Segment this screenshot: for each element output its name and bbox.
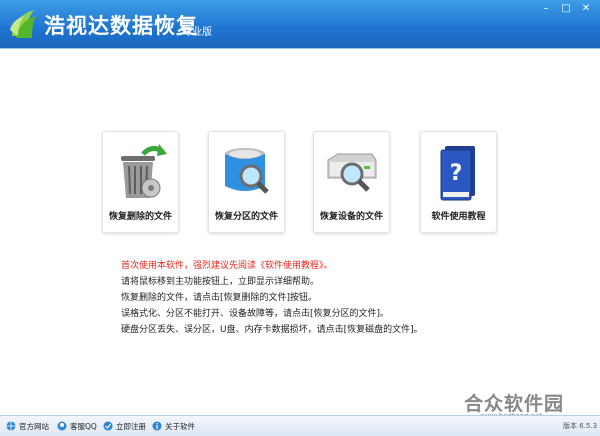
title-divider	[0, 48, 600, 49]
help-book-icon: ?	[440, 146, 475, 201]
device-search-icon	[327, 153, 377, 192]
svg-text:?: ?	[450, 161, 463, 186]
version-label: 版本 6.5.3	[563, 422, 598, 430]
tile-label: 恢复分区的文件	[214, 212, 278, 222]
recover-device-files-button[interactable]: 恢复设备的文件	[313, 131, 390, 233]
tile-label: 恢复删除的文件	[108, 212, 172, 222]
software-tutorial-button[interactable]: ? 软件使用教程	[420, 131, 497, 233]
register-now-link[interactable]: 立即注册	[103, 420, 146, 432]
official-site-link[interactable]: 官方网站	[6, 420, 49, 432]
tile-label: 软件使用教程	[431, 212, 486, 222]
recover-deleted-files-button[interactable]: 恢复删除的文件	[102, 131, 179, 233]
tip-line: 恢复删除的文件，请点击[恢复删除的文件]按钮。	[121, 293, 318, 303]
tile-label: 恢复设备的文件	[319, 212, 383, 222]
about-software-link[interactable]: 关于软件	[152, 420, 195, 432]
recover-partition-files-button[interactable]: 恢复分区的文件	[208, 131, 285, 233]
help-tips: 首次使用本软件，强烈建议先阅读《软件使用教程》。 请将鼠标移到主功能按钮上，立即…	[121, 258, 423, 338]
tip-line: 硬盘分区丢失、误分区，U盘、内存卡数据损坏，请点击[恢复磁盘的文件]。	[121, 325, 423, 335]
close-button[interactable]: ✕	[576, 2, 596, 16]
support-qq-link[interactable]: 客服QQ	[57, 420, 97, 432]
bottom-item-label: 关于软件	[165, 421, 195, 431]
bottom-bar: 官方网站 客服QQ 立即注册 关于软件 版本 6.5.3	[0, 415, 600, 436]
tip-warning: 首次使用本软件，强烈建议先阅读《软件使用教程》。	[121, 261, 333, 271]
title-bar[interactable]: 浩视达数据恢复 专业版 – □ ✕	[0, 0, 600, 48]
globe-icon	[6, 421, 16, 431]
maximize-button[interactable]: □	[556, 2, 576, 16]
minimize-button[interactable]: –	[536, 2, 556, 16]
tip-line: 误格式化、分区不能打开、设备故障等，请点击[恢复分区的文件]。	[121, 309, 390, 319]
tip-line: 请将鼠标移到主功能按钮上，立即显示详细帮助。	[121, 277, 320, 287]
bottom-item-label: 官方网站	[19, 421, 49, 431]
bottom-item-label: 立即注册	[116, 421, 146, 431]
app-title: 浩视达数据恢复	[44, 14, 198, 38]
recycle-bin-restore-icon	[121, 144, 167, 198]
qq-icon	[57, 421, 67, 431]
info-icon	[152, 421, 162, 431]
disk-search-icon	[225, 148, 269, 194]
register-icon	[103, 421, 113, 431]
app-edition: 专业版	[182, 27, 212, 38]
app-logo-icon	[10, 10, 36, 38]
bottom-item-label: 客服QQ	[70, 421, 97, 431]
